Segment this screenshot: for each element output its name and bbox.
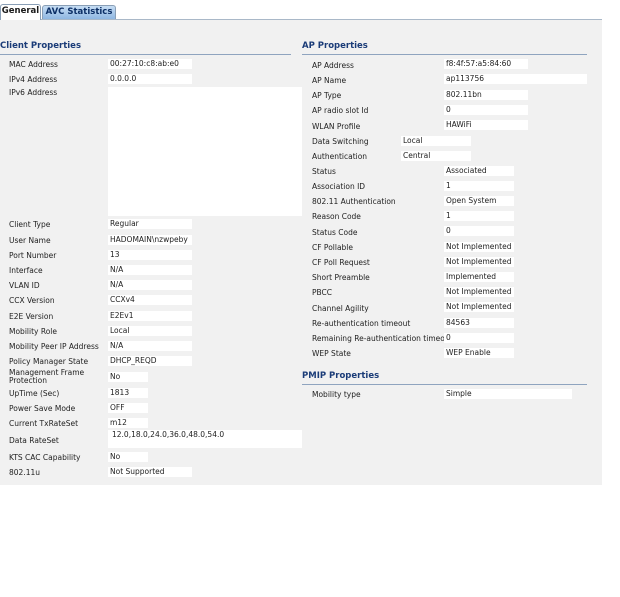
vlan-id-label: VLAN ID — [9, 281, 40, 290]
dot11u-label: 802.11u — [9, 468, 40, 477]
tab-bar: General AVC Statistics — [0, 0, 602, 20]
reason-code-label: Reason Code — [312, 212, 361, 221]
pbcc-value: Not Implemented — [444, 287, 514, 297]
ap-radio-slot-value: 0 — [444, 105, 528, 115]
uptime-label: UpTime (Sec) — [9, 389, 60, 398]
status-code-value: 0 — [444, 226, 514, 236]
wep-state-label: WEP State — [312, 349, 351, 358]
status-label: Status — [312, 167, 336, 176]
status-code-label: Status Code — [312, 228, 358, 237]
reauth-timeout-label: Re-authentication timeout — [312, 319, 411, 328]
ap-address-label: AP Address — [312, 61, 354, 70]
ap-radio-slot-label: AP radio slot Id — [312, 106, 369, 115]
data-switching-label: Data Switching — [312, 137, 369, 146]
mobility-peer-ip-label: Mobility Peer IP Address — [9, 342, 99, 351]
remaining-reauth-timeout-label: Remaining Re-authentication timeout — [312, 334, 453, 343]
data-rateset-label: Data RateSet — [9, 436, 59, 445]
mobility-role-value: Local — [108, 326, 192, 336]
port-number-label: Port Number — [9, 251, 57, 260]
mac-address-label: MAC Address — [9, 60, 58, 69]
channel-agility-label: Channel Agility — [312, 304, 369, 313]
ap-type-label: AP Type — [312, 91, 342, 100]
association-id-label: Association ID — [312, 182, 366, 191]
current-txrateset-label: Current TxRateSet — [9, 419, 79, 428]
short-preamble-value: Implemented — [444, 272, 514, 282]
dot11u-value: Not Supported — [108, 467, 192, 477]
client-properties-title: Client Properties — [0, 41, 291, 55]
ipv4-address-label: IPv4 Address — [9, 75, 58, 84]
uptime-value: 1813 — [108, 388, 148, 398]
mobility-type-label: Mobility type — [312, 390, 361, 399]
remaining-reauth-timeout-value: 0 — [444, 333, 514, 343]
cf-pollable-value: Not Implemented — [444, 242, 514, 252]
user-name-label: User Name — [9, 236, 51, 245]
user-name-value: HADOMAIN\nzwpeby — [108, 235, 192, 245]
tab-general[interactable]: General — [0, 4, 41, 20]
pbcc-label: PBCC — [312, 288, 333, 297]
current-txrateset-value: m12 — [108, 418, 148, 428]
kts-cac-capability-value: No — [108, 452, 148, 462]
vlan-id-value: N/A — [108, 280, 192, 290]
dot11-authentication-label: 802.11 Authentication — [312, 197, 396, 206]
e2e-version-label: E2E Version — [9, 312, 54, 321]
management-frame-protection-value: No — [108, 372, 148, 382]
client-type-label: Client Type — [9, 220, 51, 229]
pmip-properties-title: PMIP Properties — [302, 371, 587, 385]
interface-label: Interface — [9, 266, 43, 275]
cf-poll-request-value: Not Implemented — [444, 257, 514, 267]
ipv6-address-list — [108, 87, 302, 216]
ap-name-value: ap113756 — [444, 74, 587, 84]
port-number-value: 13 — [108, 250, 192, 260]
ipv4-address-value: 0.0.0.0 — [108, 74, 192, 84]
data-switching-value: Local — [401, 136, 471, 146]
ap-type-value: 802.11bn — [444, 90, 528, 100]
channel-agility-value: Not Implemented — [444, 302, 514, 312]
ccx-version-value: CCXv4 — [108, 295, 192, 305]
status-value: Associated — [444, 166, 514, 176]
mac-address-value: 00:27:10:c8:ab:e0 — [108, 59, 192, 69]
tab-avc-statistics[interactable]: AVC Statistics — [42, 5, 116, 19]
mobility-role-label: Mobility Role — [9, 327, 57, 336]
e2e-version-value: E2Ev1 — [108, 311, 192, 321]
dot11-authentication-value: Open System — [444, 196, 514, 206]
ccx-version-label: CCX Version — [9, 296, 55, 305]
general-panel: Client Properties MAC Address 00:27:10:c… — [0, 20, 602, 485]
wlan-profile-value: HAWiFi — [444, 120, 528, 130]
wlan-profile-label: WLAN Profile — [312, 122, 361, 131]
reason-code-value: 1 — [444, 211, 514, 221]
power-save-mode-label: Power Save Mode — [9, 404, 76, 413]
management-frame-protection-label: Management Frame Protection — [9, 368, 85, 385]
cf-pollable-label: CF Pollable — [312, 243, 354, 252]
authentication-value: Central — [401, 151, 471, 161]
ap-address-value: f8:4f:57:a5:84:60 — [444, 59, 528, 69]
short-preamble-label: Short Preamble — [312, 273, 370, 282]
ipv6-address-label: IPv6 Address — [9, 88, 58, 97]
ap-name-label: AP Name — [312, 76, 347, 85]
mobility-type-value: Simple — [444, 389, 572, 399]
ap-properties-title: AP Properties — [302, 41, 587, 55]
mobility-peer-ip-value: N/A — [108, 341, 192, 351]
association-id-value: 1 — [444, 181, 514, 191]
cf-poll-request-label: CF Poll Request — [312, 258, 370, 267]
power-save-mode-value: OFF — [108, 403, 148, 413]
policy-manager-state-value: DHCP_REQD — [108, 356, 192, 366]
interface-value: N/A — [108, 265, 192, 275]
authentication-label: Authentication — [312, 152, 368, 161]
wep-state-value: WEP Enable — [444, 348, 514, 358]
policy-manager-state-label: Policy Manager State — [9, 357, 89, 366]
client-type-value: Regular — [108, 219, 192, 229]
reauth-timeout-value: 84563 — [444, 318, 514, 328]
data-rateset-value: 12.0,18.0,24.0,36.0,48.0,54.0 — [108, 430, 302, 448]
kts-cac-capability-label: KTS CAC Capability — [9, 453, 81, 462]
